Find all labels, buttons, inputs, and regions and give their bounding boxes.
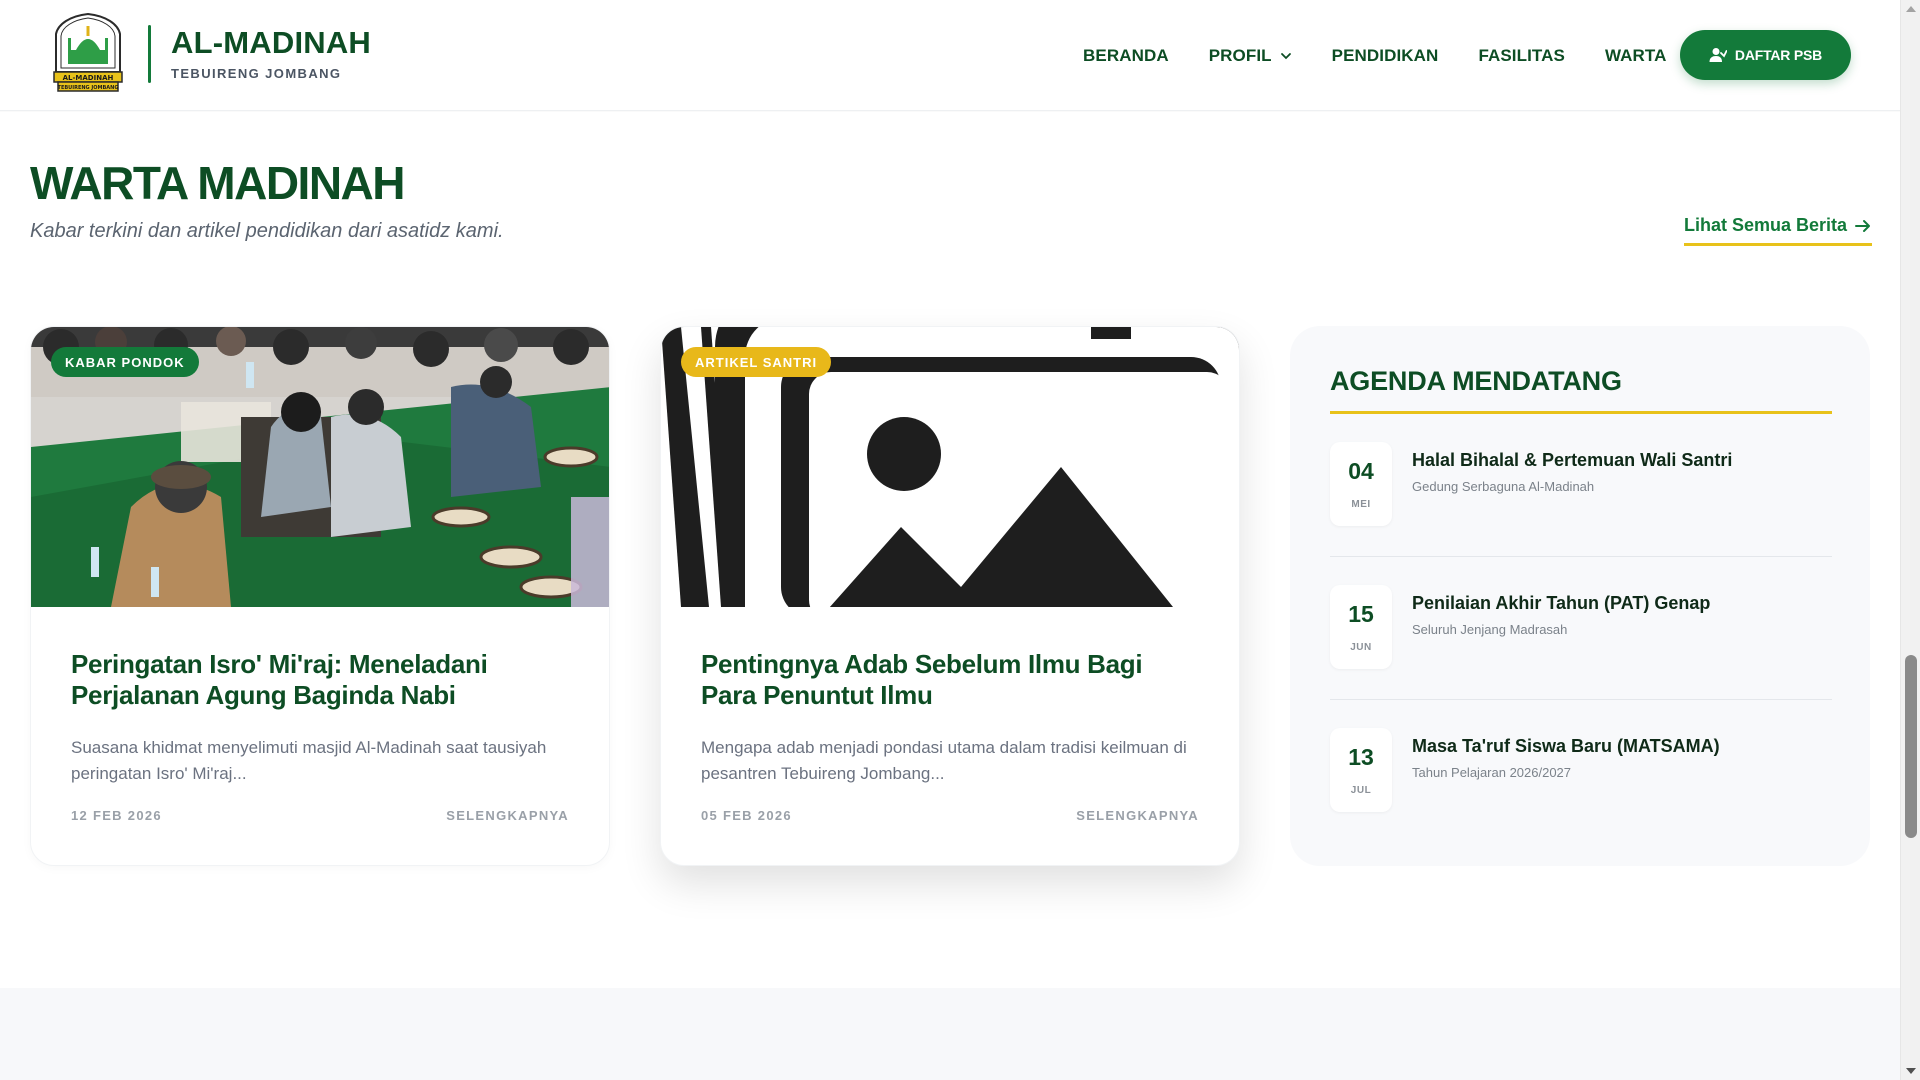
news-meta: 05 FEB 2026 SELENGKAPNYA bbox=[701, 808, 1199, 823]
nav-item-warta[interactable]: WARTA bbox=[1605, 46, 1667, 66]
agenda-event-name: Penilaian Akhir Tahun (PAT) Genap bbox=[1412, 593, 1711, 613]
news-card-body: Pentingnya Adab Sebelum Ilmu Bagi Para P… bbox=[661, 607, 1239, 786]
agenda-date: 13 JUL bbox=[1330, 728, 1392, 812]
news-meta: 12 FEB 2026 SELENGKAPNYA bbox=[71, 808, 569, 823]
news-category-badge: KABAR PONDOK bbox=[51, 347, 199, 377]
agenda-day: 15 bbox=[1348, 601, 1374, 627]
agenda-panel: AGENDA MENDATANG 04 MEI Halal Bihalal & … bbox=[1290, 326, 1870, 866]
brand[interactable]: AL-MADINAH TEBUIRENG JOMBANG AL-MADINAH … bbox=[48, 12, 371, 96]
chevron-down-icon bbox=[1280, 52, 1291, 59]
news-date: 05 FEB 2026 bbox=[701, 808, 792, 823]
nav-label: BERANDA bbox=[1083, 45, 1169, 65]
agenda-day: 13 bbox=[1348, 744, 1374, 770]
brand-divider bbox=[148, 25, 151, 83]
agenda-info: Halal Bihalal & Pertemuan Wali Santri Ge… bbox=[1412, 442, 1732, 526]
agenda-item[interactable]: 13 JUL Masa Ta'ruf Siswa Baru (MATSAMA) … bbox=[1330, 700, 1832, 842]
news-card[interactable]: ARTIKEL SANTRI Pentingnya Adab Sebelum I… bbox=[660, 326, 1240, 866]
agenda-title: AGENDA MENDATANG bbox=[1330, 366, 1832, 414]
agenda-day: 04 bbox=[1348, 458, 1374, 484]
scrollbar-thumb[interactable] bbox=[1905, 655, 1917, 838]
news-card-image[interactable]: KABAR PONDOK bbox=[31, 327, 609, 607]
school-logo: AL-MADINAH TEBUIRENG JOMBANG bbox=[53, 12, 123, 92]
brand-text: AL-MADINAH TEBUIRENG JOMBANG bbox=[171, 27, 371, 81]
agenda-info: Penilaian Akhir Tahun (PAT) Genap Seluru… bbox=[1412, 585, 1710, 669]
main-nav: BERANDA PROFIL PENDIDIKAN FASILITAS WART… bbox=[1083, 0, 1707, 111]
nav-label: WARTA bbox=[1604, 45, 1667, 65]
news-title[interactable]: Peringatan Isro' Mi'raj: Meneladani Perj… bbox=[71, 649, 569, 711]
news-card[interactable]: KABAR PONDOK Peringatan Isro' Mi'raj: Me… bbox=[30, 326, 610, 866]
next-section-background bbox=[0, 988, 1900, 1080]
section-subtitle: Kabar terkini dan artikel pendidikan dar… bbox=[30, 220, 504, 242]
news-excerpt: Suasana khidmat menyelimuti masjid Al-Ma… bbox=[71, 738, 547, 783]
news-title[interactable]: Pentingnya Adab Sebelum Ilmu Bagi Para P… bbox=[701, 649, 1199, 711]
news-excerpt: Mengapa adab menjadi pondasi utama dalam… bbox=[701, 738, 1187, 783]
agenda-event-name: Halal Bihalal & Pertemuan Wali Santri bbox=[1412, 450, 1733, 470]
agenda-event-location: Tahun Pelajaran 2026/2027 bbox=[1412, 765, 1572, 780]
daftar-psb-button[interactable]: DAFTAR PSB bbox=[1680, 30, 1851, 80]
agenda-event-location: Seluruh Jenjang Madrasah bbox=[1412, 622, 1568, 637]
page-scrollbar[interactable] bbox=[1900, 0, 1920, 1080]
nav-label: PROFIL bbox=[1208, 45, 1272, 65]
nav-label: PENDIDIKAN bbox=[1331, 45, 1439, 65]
agenda-date: 15 JUN bbox=[1330, 585, 1392, 669]
brand-name: AL-MADINAH bbox=[171, 25, 372, 61]
brand-subtitle: TEBUIRENG JOMBANG bbox=[171, 65, 342, 81]
agenda-month: MEI bbox=[1351, 499, 1371, 510]
news-card-image[interactable]: ARTIKEL SANTRI bbox=[661, 327, 1239, 607]
read-more-link[interactable]: SELENGKAPNYA bbox=[1076, 808, 1199, 823]
scroll-up-arrow-icon[interactable] bbox=[1906, 6, 1916, 12]
section-title: WARTA MADINAH bbox=[30, 157, 406, 209]
agenda-event-location: Gedung Serbaguna Al-Madinah bbox=[1412, 479, 1595, 494]
agenda-month: JUL bbox=[1350, 785, 1372, 796]
news-date: 12 FEB 2026 bbox=[71, 808, 162, 823]
nav-item-fasilitas[interactable]: FASILITAS bbox=[1478, 46, 1565, 66]
scroll-down-arrow-icon[interactable] bbox=[1906, 1068, 1916, 1074]
see-all-news-link[interactable]: Lihat Semua Berita bbox=[1684, 214, 1872, 246]
agenda-item[interactable]: 15 JUN Penilaian Akhir Tahun (PAT) Genap… bbox=[1330, 557, 1832, 700]
user-add-icon bbox=[1709, 48, 1727, 62]
agenda-date: 04 MEI bbox=[1330, 442, 1392, 526]
site-header: AL-MADINAH TEBUIRENG JOMBANG AL-MADINAH … bbox=[0, 0, 1900, 111]
news-category-badge: ARTIKEL SANTRI bbox=[681, 347, 832, 377]
nav-label: FASILITAS bbox=[1478, 45, 1565, 65]
see-all-label: Lihat Semua Berita bbox=[1684, 215, 1848, 235]
daftar-psb-label: DAFTAR PSB bbox=[1734, 47, 1823, 63]
nav-item-profil[interactable]: PROFIL bbox=[1209, 46, 1292, 66]
logo-text-main: AL-MADINAH bbox=[63, 74, 114, 82]
news-card-body: Peringatan Isro' Mi'raj: Meneladani Perj… bbox=[31, 607, 609, 786]
agenda-item[interactable]: 04 MEI Halal Bihalal & Pertemuan Wali Sa… bbox=[1330, 414, 1832, 557]
nav-item-pendidikan[interactable]: PENDIDIKAN bbox=[1332, 46, 1439, 66]
nav-item-beranda[interactable]: BERANDA bbox=[1083, 46, 1169, 66]
agenda-event-name: Masa Ta'ruf Siswa Baru (MATSAMA) bbox=[1412, 736, 1720, 756]
arrow-right-icon bbox=[1855, 219, 1870, 232]
agenda-info: Masa Ta'ruf Siswa Baru (MATSAMA) Tahun P… bbox=[1412, 728, 1720, 812]
logo-text-bottom: TEBUIRENG JOMBANG bbox=[58, 85, 119, 91]
agenda-month: JUN bbox=[1350, 642, 1372, 653]
read-more-link[interactable]: SELENGKAPNYA bbox=[446, 808, 569, 823]
